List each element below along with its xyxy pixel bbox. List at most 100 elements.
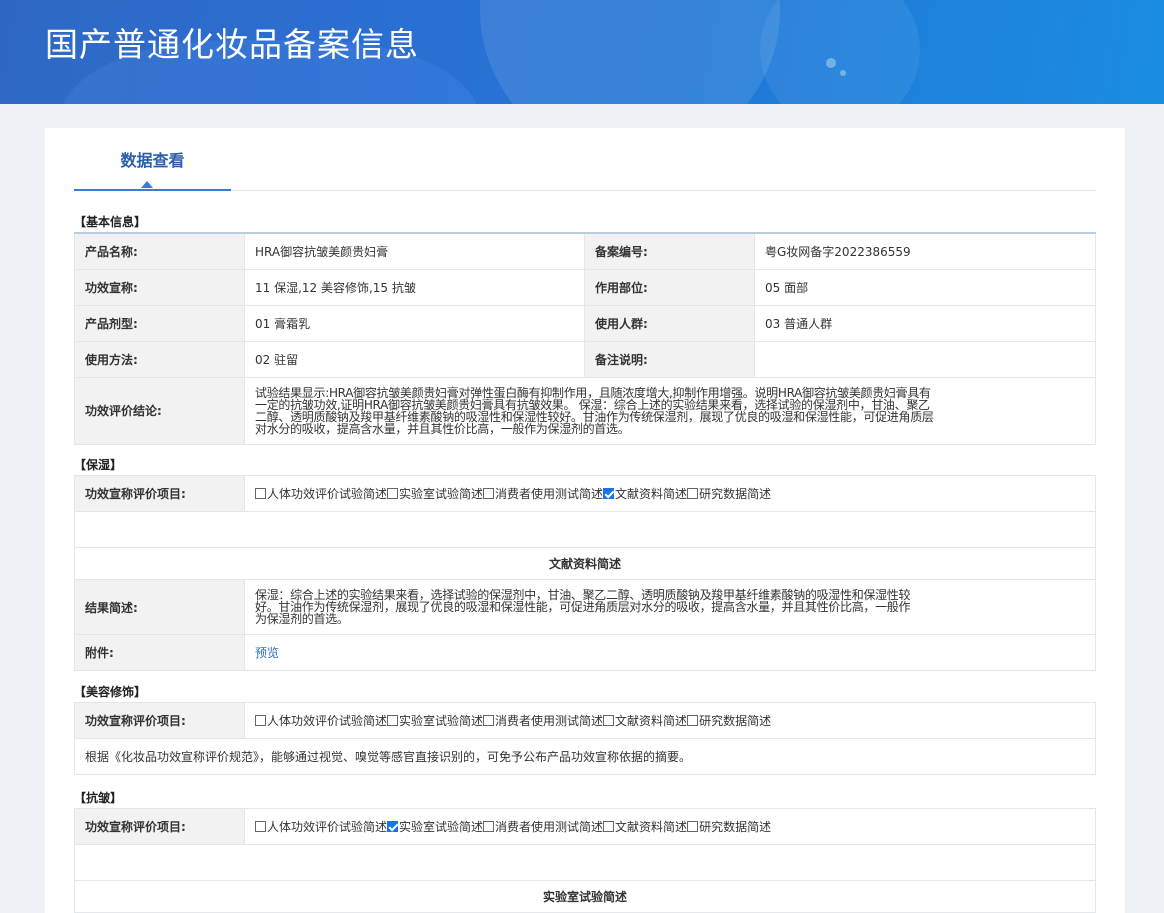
beauty-eval-label: 功效宣称评价项目: [74, 702, 245, 739]
beauty-section: 【美容修饰】 功效宣称评价项目: 人体功效评价试验简述 实验室试验简述 消费者使用测… [74, 682, 1096, 775]
checkbox[interactable] [483, 821, 495, 832]
moisturize-table: 功效宣称评价项目: 人体功效评价试验简述 实验室试验简述 消费者使用测试简述 文献资料… [74, 475, 1096, 671]
checkbox[interactable] [483, 488, 495, 499]
moisturize-eval-options: 人体功效评价试验简述 实验室试验简述 消费者使用测试简述 文献资料简述 研究数据简述 [244, 475, 1096, 512]
antiwrinkle-table: 功效宣称评价项目: 人体功效评价试验简述 实验室试验简述 消费者使用测试简述 文献资料… [74, 808, 1096, 913]
antiwrinkle-eval-options: 人体功效评价试验简述 实验室试验简述 消费者使用测试简述 文献资料简述 研究数据简述 [244, 808, 1096, 845]
option-label: 实验室试验简述 [399, 714, 484, 728]
antiwrinkle-subheading: 实验室试验简述 [74, 880, 1096, 913]
moisturize-subheading: 文献资料简述 [74, 547, 1096, 580]
option-label: 消费者使用测试简述 [495, 714, 604, 728]
antiwrinkle-section: 【抗皱】 功效宣称评价项目: 人体功效评价试验简述 实验室试验简述 消费者使用测试简… [74, 788, 1096, 913]
evaluation-conclusion-value: 试验结果显示:HRA御容抗皱美颜贵妇膏对弹性蛋白酶有抑制作用，且随浓度增大,抑制… [244, 376, 1096, 445]
moisturize-result-text: 保湿：综合上述的实验结果来看，选择试验的保湿剂中，甘油、聚乙二醇、透明质酸钠及羧… [255, 588, 911, 626]
banner-decoration [840, 70, 846, 76]
moisturize-attachment-label: 附件: [74, 634, 245, 671]
option-label: 研究数据简述 [699, 487, 772, 501]
table-row: 功效宣称评价项目: 人体功效评价试验简述 实验室试验简述 消费者使用测试简述 文献资料… [74, 702, 1096, 739]
table-row: 实验室试验简述 [74, 880, 1096, 913]
remarks-label: 备注说明: [584, 340, 755, 378]
option-label: 文献资料简述 [615, 714, 688, 728]
moisturize-section: 【保湿】 功效宣称评价项目: 人体功效评价试验简述 实验室试验简述 消费者使用测试简… [74, 455, 1096, 671]
section-title-beauty: 【美容修饰】 [74, 685, 147, 699]
table-row [74, 844, 1096, 881]
table-row: 产品名称: HRA御容抗皱美颜贵妇膏 备案编号: 粤G妆网备字202238655… [74, 232, 1096, 270]
usage-method-value: 02 驻留 [244, 340, 585, 378]
application-area-value: 05 面部 [754, 268, 1096, 306]
checkbox[interactable] [483, 715, 495, 726]
target-users-label: 使用人群: [584, 304, 755, 342]
checkbox-checked[interactable] [603, 488, 615, 499]
evaluation-conclusion-text: 试验结果显示:HRA御容抗皱美颜贵妇膏对弹性蛋白酶有抑制作用，且随浓度增大,抑制… [255, 385, 934, 436]
record-number-value: 粤G妆网备字2022386559 [754, 232, 1096, 270]
table-row: 功效评价结论: 试验结果显示:HRA御容抗皱美颜贵妇膏对弹性蛋白酶有抑制作用，且… [74, 376, 1096, 445]
product-name-label: 产品名称: [74, 232, 245, 270]
option-label: 消费者使用测试简述 [495, 487, 604, 501]
table-row: 文献资料简述 [74, 547, 1096, 580]
moisturize-result-label: 结果简述: [74, 579, 245, 635]
table-row: 功效宣称评价项目: 人体功效评价试验简述 实验室试验简述 消费者使用测试简述 文献资料… [74, 808, 1096, 845]
remarks-value [754, 340, 1096, 378]
basic-info-section: 【基本信息】 产品名称: HRA御容抗皱美颜贵妇膏 备案编号: 粤G妆网备字20… [74, 212, 1096, 445]
option-label: 研究数据简述 [699, 714, 772, 728]
option-label: 实验室试验简述 [399, 487, 484, 501]
checkbox[interactable] [687, 821, 699, 832]
efficacy-claim-value: 11 保湿,12 美容修饰,15 抗皱 [244, 268, 585, 306]
option-label: 消费者使用测试简述 [495, 820, 604, 834]
table-row: 结果简述: 保湿：综合上述的实验结果来看，选择试验的保湿剂中，甘油、聚乙二醇、透… [74, 579, 1096, 635]
section-title-moisturize: 【保湿】 [74, 458, 123, 472]
checkbox-checked[interactable] [387, 821, 399, 832]
empty-row [74, 844, 1096, 881]
beauty-eval-options: 人体功效评价试验简述 实验室试验简述 消费者使用测试简述 文献资料简述 研究数据简述 [244, 702, 1096, 739]
beauty-exemption-note: 根据《化妆品功效宣称评价规范》，能够通过视觉、嗅觉等感官直接识别的，可免予公布产… [74, 738, 1096, 775]
tab-bar: 数据查看 [74, 128, 1096, 191]
table-row [74, 511, 1096, 548]
checkbox[interactable] [603, 715, 615, 726]
record-number-label: 备案编号: [584, 232, 755, 270]
antiwrinkle-eval-label: 功效宣称评价项目: [74, 808, 245, 845]
section-title-antiwrinkle: 【抗皱】 [74, 791, 123, 805]
option-label: 人体功效评价试验简述 [267, 487, 388, 501]
checkbox[interactable] [255, 488, 266, 499]
table-row: 附件: 预览 [74, 634, 1096, 671]
page-title: 国产普通化妆品备案信息 [45, 25, 419, 64]
checkbox[interactable] [687, 488, 699, 499]
moisturize-attachment-value: 预览 [244, 634, 1096, 671]
table-row: 使用方法: 02 驻留 备注说明: [74, 340, 1096, 378]
banner-decoration [826, 58, 836, 68]
empty-row [74, 511, 1096, 548]
option-label: 研究数据简述 [699, 820, 772, 834]
checkbox[interactable] [255, 715, 266, 726]
table-row: 功效宣称: 11 保湿,12 美容修饰,15 抗皱 作用部位: 05 面部 [74, 268, 1096, 306]
application-area-label: 作用部位: [584, 268, 755, 306]
checkbox[interactable] [255, 821, 266, 832]
option-label: 人体功效评价试验简述 [267, 714, 388, 728]
banner-decoration [480, 0, 780, 104]
checkbox[interactable] [603, 821, 615, 832]
moisturize-result-value: 保湿：综合上述的实验结果来看，选择试验的保湿剂中，甘油、聚乙二醇、透明质酸钠及羧… [244, 579, 1096, 635]
checkbox[interactable] [687, 715, 699, 726]
checkbox[interactable] [387, 488, 399, 499]
tab-active-caret [141, 181, 153, 188]
option-label: 文献资料简述 [615, 820, 688, 834]
beauty-table: 功效宣称评价项目: 人体功效评价试验简述 实验室试验简述 消费者使用测试简述 文献资料… [74, 702, 1096, 775]
usage-method-label: 使用方法: [74, 340, 245, 378]
content-card: 数据查看 【基本信息】 产品名称: HRA御容抗皱美颜贵妇膏 备案编号: 粤G妆… [45, 128, 1125, 913]
preview-link[interactable]: 预览 [255, 646, 279, 660]
option-label: 人体功效评价试验简述 [267, 820, 388, 834]
target-users-value: 03 普通人群 [754, 304, 1096, 342]
table-row: 根据《化妆品功效宣称评价规范》，能够通过视觉、嗅觉等感官直接识别的，可免予公布产… [74, 738, 1096, 775]
page-banner: 国产普通化妆品备案信息 [0, 0, 1164, 104]
table-row: 功效宣称评价项目: 人体功效评价试验简述 实验室试验简述 消费者使用测试简述 文献资料… [74, 475, 1096, 512]
evaluation-conclusion-label: 功效评价结论: [74, 376, 245, 445]
dosage-form-value: 01 膏霜乳 [244, 304, 585, 342]
basic-info-table: 产品名称: HRA御容抗皱美颜贵妇膏 备案编号: 粤G妆网备字202238655… [74, 232, 1096, 445]
option-label: 文献资料简述 [615, 487, 688, 501]
efficacy-claim-label: 功效宣称: [74, 268, 245, 306]
moisturize-eval-label: 功效宣称评价项目: [74, 475, 245, 512]
dosage-form-label: 产品剂型: [74, 304, 245, 342]
checkbox[interactable] [387, 715, 399, 726]
option-label: 实验室试验简述 [399, 820, 484, 834]
section-title-basic: 【基本信息】 [74, 215, 147, 229]
product-name-value: HRA御容抗皱美颜贵妇膏 [244, 232, 585, 270]
